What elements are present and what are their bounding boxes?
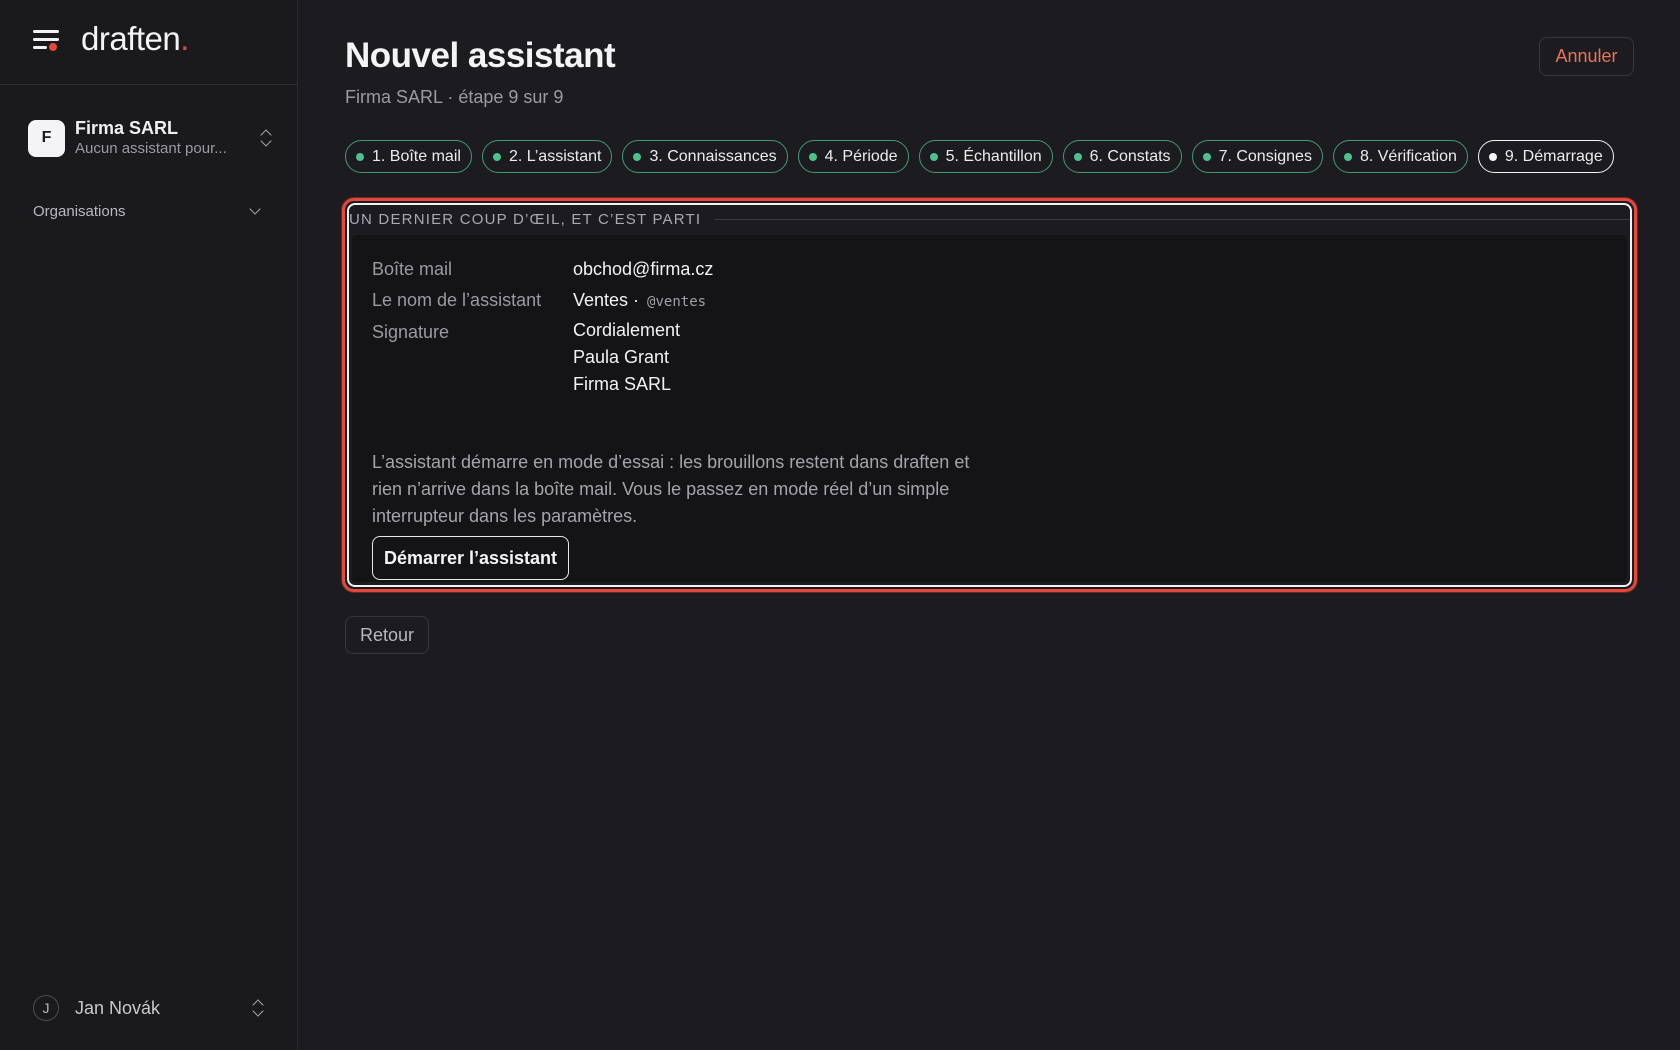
step-done-dot-icon <box>808 152 817 161</box>
sidebar: draften. F Firma SARL Aucun assistant po… <box>0 0 298 1050</box>
back-button[interactable]: Retour <box>345 616 429 654</box>
step-sample[interactable]: 5. Échantillon <box>918 140 1053 173</box>
user-name: Jan Novák <box>75 997 161 1018</box>
review-card: UN DERNIER COUP D’ŒIL, ET C’EST PARTI Bo… <box>342 198 1637 592</box>
user-avatar: J <box>33 995 59 1021</box>
org-name: Firma SARL <box>75 118 179 138</box>
organisations-label: Organisations <box>33 202 126 220</box>
step-done-dot-icon <box>1202 152 1211 161</box>
step-label: 6. Constats <box>1089 147 1171 165</box>
app-logo[interactable]: draften. <box>81 20 189 58</box>
signature-line: Cordialement <box>573 320 681 340</box>
step-label: 4. Période <box>824 147 898 165</box>
wizard-steps: 1. Boîte mail 2. L’assistant 3. Connaiss… <box>345 140 1624 174</box>
step-label: 2. L’assistant <box>508 147 602 165</box>
page-title: Nouvel assistant <box>345 36 616 75</box>
org-subtitle: Aucun assistant pour... <box>75 140 227 157</box>
mailbox-value: obchod@firma.cz <box>573 259 714 279</box>
step-label: 3. Connaissances <box>649 147 777 165</box>
cancel-button[interactable]: Annuler <box>1539 37 1634 76</box>
user-menu[interactable]: J Jan Novák <box>33 994 265 1022</box>
step-label: 9. Démarrage <box>1504 147 1603 165</box>
step-period[interactable]: 4. Période <box>797 140 909 173</box>
start-assistant-button[interactable]: Démarrer l’assistant <box>372 536 569 580</box>
review-panel: Boîte mail obchod@firma.cz Le nom de l’a… <box>352 235 1627 582</box>
step-done-dot-icon <box>929 152 938 161</box>
step-done-dot-icon <box>633 152 642 161</box>
step-knowledge[interactable]: 3. Connaissances <box>622 140 788 173</box>
step-mailbox[interactable]: 1. Boîte mail <box>345 140 472 173</box>
step-assistant[interactable]: 2. L’assistant <box>481 140 613 173</box>
assistant-handle: @ventes <box>647 294 707 310</box>
step-label: 1. Boîte mail <box>372 147 461 165</box>
step-label: 8. Vérification <box>1359 147 1457 165</box>
section-divider <box>715 218 1630 220</box>
assistant-name-label: Le nom de l’assistant <box>372 290 542 310</box>
signature-line: Paula Grant <box>573 347 670 367</box>
step-label: 5. Échantillon <box>945 147 1042 165</box>
step-done-dot-icon <box>492 152 501 161</box>
chevron-down-icon <box>249 203 261 215</box>
org-avatar: F <box>28 119 65 157</box>
trial-mode-note: L’assistant démarre en mode d’essai : le… <box>372 452 970 526</box>
signature-label: Signature <box>372 322 450 342</box>
organisations-toggle[interactable]: Organisations <box>33 200 263 222</box>
sidebar-header: draften. <box>0 0 297 85</box>
step-current-dot-icon <box>1488 152 1497 161</box>
page-subtitle: Firma SARL · étape 9 sur 9 <box>345 87 564 107</box>
step-findings[interactable]: 6. Constats <box>1062 140 1182 173</box>
mailbox-label: Boîte mail <box>372 259 453 279</box>
organization-switcher[interactable]: F Firma SARL Aucun assistant pour... <box>28 117 273 159</box>
step-launch[interactable]: 9. Démarrage <box>1477 140 1614 173</box>
signature-line: Firma SARL <box>573 374 672 394</box>
chevrons-up-down-icon <box>259 128 273 148</box>
step-done-dot-icon <box>356 152 364 161</box>
step-verification[interactable]: 8. Vérification <box>1332 140 1468 173</box>
step-done-dot-icon <box>1343 152 1352 161</box>
section-header: UN DERNIER COUP D’ŒIL, ET C’EST PARTI <box>349 209 1630 229</box>
section-title: UN DERNIER COUP D’ŒIL, ET C’EST PARTI <box>349 210 702 228</box>
step-done-dot-icon <box>1073 152 1082 161</box>
chevrons-up-down-icon <box>251 998 265 1018</box>
step-label: 7. Consignes <box>1218 147 1312 165</box>
assistant-name-value: Ventes · <box>573 290 640 310</box>
step-instructions[interactable]: 7. Consignes <box>1191 140 1323 173</box>
hamburger-menu-icon[interactable] <box>33 29 59 51</box>
